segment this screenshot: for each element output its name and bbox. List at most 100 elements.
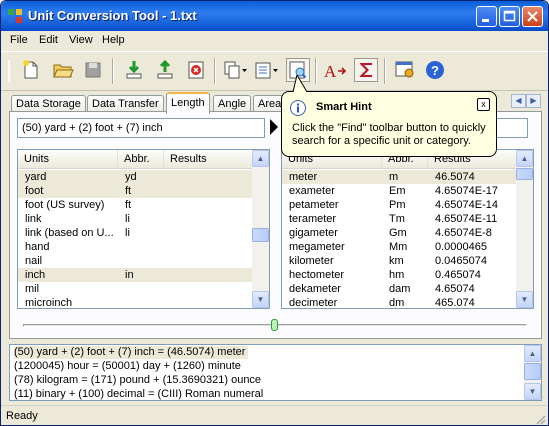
list-row[interactable]: foot ft: [18, 184, 254, 198]
list-row[interactable]: inch in: [18, 268, 254, 282]
scroll-up-arrow[interactable]: ▲: [516, 150, 533, 167]
log-scrollbar[interactable]: ▲ ▼: [524, 345, 541, 400]
list-row[interactable]: hectometer hm 0.465074: [282, 268, 518, 282]
list-row[interactable]: decimeter dm 465.074: [282, 296, 518, 309]
cell-unit: decimeter: [289, 297, 338, 309]
title-bar[interactable]: Unit Conversion Tool - 1.txt: [1, 1, 548, 31]
text-format-icon: A: [324, 62, 347, 81]
export-button[interactable]: [153, 58, 177, 82]
cell-unit: yard: [25, 171, 47, 183]
list-row[interactable]: mil: [18, 282, 254, 296]
info-icon: [290, 100, 306, 116]
scroll-thumb[interactable]: [516, 168, 533, 180]
list-row[interactable]: gigameter Gm 4.65074E-8: [282, 226, 518, 240]
list-row[interactable]: nail: [18, 254, 254, 268]
new-file-button[interactable]: [19, 58, 43, 82]
list-row[interactable]: petameter Pm 4.65074E-14: [282, 198, 518, 212]
log-line[interactable]: (50) yard + (2) foot + (7) inch = (46.50…: [14, 346, 249, 359]
options-button[interactable]: [393, 58, 417, 82]
tab-angle[interactable]: Angle: [213, 95, 252, 112]
cell-result: 4.65074E-17: [435, 185, 498, 197]
import-button[interactable]: [122, 58, 146, 82]
maximize-button[interactable]: [499, 6, 520, 27]
target-units-list[interactable]: Units Abbr. Results meter m 46.5074 examete…: [281, 149, 534, 309]
menu-file[interactable]: File: [10, 34, 28, 46]
import-icon: [126, 61, 142, 79]
column-units[interactable]: Units: [18, 150, 118, 168]
scroll-thumb[interactable]: [252, 228, 269, 242]
history-log[interactable]: (50) yard + (2) foot + (7) inch = (46.50…: [9, 344, 542, 401]
log-line[interactable]: (1200045) hour = (50001) day + (1260) mi…: [14, 360, 241, 373]
copy-dropdown-button[interactable]: [222, 58, 248, 82]
source-units-list[interactable]: Units Abbr. Results yard yd foot ft foot (US…: [17, 149, 270, 309]
cell-result: 4.65074: [435, 283, 475, 295]
tab-data-storage[interactable]: Data Storage: [11, 95, 86, 112]
list-row[interactable]: microinch: [18, 296, 254, 308]
list-row[interactable]: yard yd: [18, 170, 254, 184]
cell-abbr: in: [125, 269, 134, 281]
balloon-tail: [292, 75, 308, 93]
toolbar-separator: [315, 58, 317, 84]
hint-close-button[interactable]: x: [477, 98, 490, 111]
text-format-button[interactable]: A: [323, 58, 349, 82]
expression-input[interactable]: [17, 118, 265, 138]
list-row[interactable]: megameter Mm 0.0000465: [282, 240, 518, 254]
scroll-up-arrow[interactable]: ▲: [252, 150, 269, 167]
save-button[interactable]: [81, 58, 105, 82]
list-row[interactable]: link (based on U... li: [18, 226, 254, 240]
svg-text:A: A: [324, 62, 337, 81]
precision-slider-thumb[interactable]: [271, 319, 278, 331]
open-button[interactable]: [51, 58, 75, 82]
cell-unit: dekameter: [289, 283, 341, 295]
save-icon: [85, 62, 101, 78]
cell-unit: nail: [25, 255, 43, 267]
scroll-down-arrow[interactable]: ▼: [516, 291, 533, 308]
menu-view[interactable]: View: [69, 34, 93, 46]
list-row[interactable]: exameter Em 4.65074E-17: [282, 184, 518, 198]
cell-abbr: Tm: [389, 213, 405, 225]
list-row[interactable]: link li: [18, 212, 254, 226]
cell-result: 0.465074: [435, 269, 481, 281]
list-row[interactable]: kilometer km 0.0465074: [282, 254, 518, 268]
close-icon: [527, 11, 538, 22]
new-file-icon: [23, 60, 38, 79]
sum-button[interactable]: [354, 58, 378, 82]
list-row[interactable]: dekameter dam 4.65074: [282, 282, 518, 296]
menu-edit[interactable]: Edit: [39, 34, 58, 46]
resize-grip-icon[interactable]: [534, 413, 546, 425]
cell-abbr: Em: [389, 185, 406, 197]
cell-unit: megameter: [289, 241, 345, 253]
left-list-scrollbar[interactable]: ▲ ▼: [252, 150, 269, 308]
paste-dropdown-button[interactable]: [253, 58, 279, 82]
hint-title: Smart Hint: [316, 101, 372, 113]
menu-help[interactable]: Help: [102, 34, 125, 46]
scroll-thumb[interactable]: [524, 363, 541, 380]
tab-scroll-left[interactable]: ◀: [511, 94, 526, 108]
tab-data-transfer[interactable]: Data Transfer: [87, 95, 164, 112]
log-line[interactable]: (11) binary + (100) decimal = (CIII) Rom…: [14, 388, 263, 400]
toolbar-separator: [112, 58, 114, 84]
list-row[interactable]: hand: [18, 240, 254, 254]
hint-body: Click the "Find" toolbar button to quick…: [292, 122, 486, 147]
minimize-button[interactable]: [476, 6, 497, 27]
scroll-down-arrow[interactable]: ▼: [252, 291, 269, 308]
delete-button[interactable]: [184, 58, 208, 82]
column-results[interactable]: Results: [164, 150, 254, 168]
column-abbr[interactable]: Abbr.: [118, 150, 164, 168]
close-button[interactable]: [522, 6, 543, 27]
log-line[interactable]: (78) kilogram = (171) pound + (15.369032…: [14, 374, 261, 387]
tab-scroll-right[interactable]: ▶: [526, 94, 541, 108]
status-text: Ready: [6, 410, 38, 422]
menu-bar: File Edit View Help: [1, 31, 548, 50]
list-row[interactable]: meter m 46.5074: [282, 170, 518, 184]
help-button[interactable]: ?: [423, 58, 447, 82]
list-row[interactable]: foot (US survey) ft: [18, 198, 254, 212]
list-header: Units Abbr. Results: [18, 150, 254, 169]
scroll-down-arrow[interactable]: ▼: [524, 383, 541, 400]
convert-arrow-icon[interactable]: [270, 119, 278, 135]
scroll-up-arrow[interactable]: ▲: [524, 345, 541, 362]
tab-length[interactable]: Length: [166, 92, 210, 114]
list-row[interactable]: terameter Tm 4.65074E-11: [282, 212, 518, 226]
right-list-scrollbar[interactable]: ▲ ▼: [516, 150, 533, 308]
cell-abbr: dam: [389, 283, 411, 295]
